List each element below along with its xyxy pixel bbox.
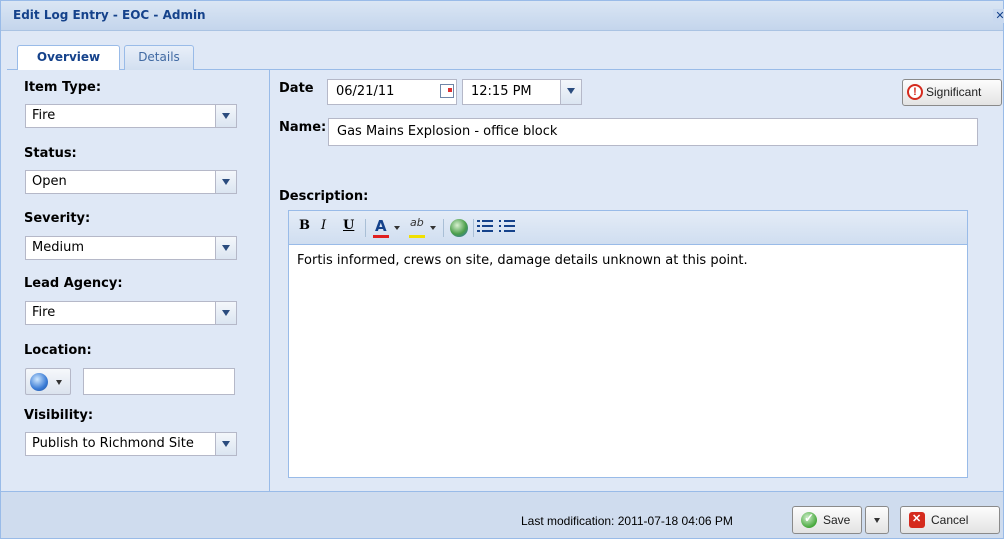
severity-label: Severity: [24, 211, 91, 226]
name-input[interactable]: Gas Mains Explosion - office block [328, 118, 978, 146]
close-icon[interactable]: ✕ [993, 9, 1004, 23]
ordered-list-button[interactable] [477, 218, 493, 238]
status-label: Status: [24, 146, 77, 161]
name-value: Gas Mains Explosion - office block [337, 124, 558, 139]
toolbar-divider [443, 219, 444, 237]
highlight-swatch [409, 235, 425, 238]
highlight-color-button[interactable]: ab [409, 216, 439, 238]
save-button[interactable]: Save [792, 506, 862, 534]
chevron-down-icon[interactable] [560, 80, 581, 104]
chevron-down-icon[interactable] [215, 171, 236, 193]
location-input[interactable] [83, 368, 235, 395]
chevron-down-icon[interactable] [215, 302, 236, 324]
font-color-button[interactable]: A [373, 217, 403, 238]
globe-icon [30, 373, 48, 391]
chevron-down-icon [394, 226, 400, 230]
date-value: 06/21/11 [336, 84, 395, 99]
item-type-select[interactable]: Fire [25, 104, 237, 128]
editor-toolbar: B I U A ab [289, 211, 967, 245]
window-titlebar[interactable]: Edit Log Entry - EOC - Admin ✕ [1, 1, 1004, 31]
italic-button[interactable]: I [321, 218, 326, 238]
underline-button[interactable]: U [343, 218, 354, 238]
visibility-label: Visibility: [24, 408, 94, 423]
window-title: Edit Log Entry - EOC - Admin [13, 8, 206, 22]
chevron-down-icon [56, 380, 62, 385]
time-select[interactable]: 12:15 PM [462, 79, 582, 105]
calendar-icon[interactable] [440, 84, 454, 98]
ordered-list-icon [477, 218, 493, 234]
alert-icon: ! [907, 84, 923, 100]
significant-button[interactable]: ! Significant [902, 79, 1002, 106]
tab-strip: Overview Details [7, 41, 1001, 71]
chevron-down-icon[interactable] [215, 433, 236, 455]
description-text[interactable]: Fortis informed, crews on site, damage d… [297, 253, 748, 268]
last-modification-text: Last modification: 2011-07-18 04:06 PM [521, 514, 733, 528]
item-type-label: Item Type: [24, 80, 102, 95]
cancel-button[interactable]: Cancel [900, 506, 1000, 534]
tab-details[interactable]: Details [124, 45, 194, 70]
chevron-down-icon [874, 518, 880, 523]
chevron-down-icon[interactable] [215, 105, 236, 127]
bold-button[interactable]: B [299, 218, 310, 238]
significant-label: Significant [926, 85, 982, 99]
location-label: Location: [24, 343, 92, 358]
font-color-icon: A [375, 217, 387, 235]
severity-value: Medium [32, 240, 84, 255]
window-footer: Last modification: 2011-07-18 04:06 PM S… [1, 491, 1003, 538]
date-input[interactable]: 06/21/11 [327, 79, 457, 105]
cancel-icon [909, 512, 925, 528]
lead-agency-label: Lead Agency: [24, 276, 123, 291]
visibility-value: Publish to Richmond Site [32, 436, 194, 451]
description-label: Description: [279, 189, 369, 204]
time-value: 12:15 PM [471, 84, 532, 99]
item-type-value: Fire [32, 108, 56, 123]
toolbar-divider [473, 219, 474, 237]
left-panel: Item Type: Fire Status: Open Severity: M… [7, 70, 270, 491]
chevron-down-icon [430, 226, 436, 230]
date-label: Date [279, 81, 314, 96]
link-icon[interactable] [450, 219, 468, 237]
chevron-down-icon[interactable] [215, 237, 236, 259]
bullet-list-icon [499, 218, 515, 234]
check-icon [801, 511, 817, 528]
lead-agency-value: Fire [32, 305, 56, 320]
right-panel: Date 06/21/11 12:15 PM ! Significant Nam… [271, 70, 1002, 491]
description-editor[interactable]: B I U A ab Fortis informed, crews on sit… [288, 210, 968, 478]
visibility-select[interactable]: Publish to Richmond Site [25, 432, 237, 456]
save-label: Save [823, 513, 851, 527]
location-picker-button[interactable] [25, 368, 71, 395]
status-select[interactable]: Open [25, 170, 237, 194]
lead-agency-select[interactable]: Fire [25, 301, 237, 325]
tab-overview[interactable]: Overview [17, 45, 120, 71]
bullet-list-button[interactable] [499, 218, 515, 238]
highlight-icon: ab [410, 216, 424, 229]
cancel-label: Cancel [931, 513, 969, 527]
toolbar-divider [365, 219, 366, 237]
font-color-swatch [373, 235, 389, 238]
name-label: Name: [279, 120, 327, 135]
save-options-button[interactable] [865, 506, 889, 534]
status-value: Open [32, 174, 67, 189]
severity-select[interactable]: Medium [25, 236, 237, 260]
edit-log-entry-window: Edit Log Entry - EOC - Admin ✕ Overview … [0, 0, 1004, 539]
